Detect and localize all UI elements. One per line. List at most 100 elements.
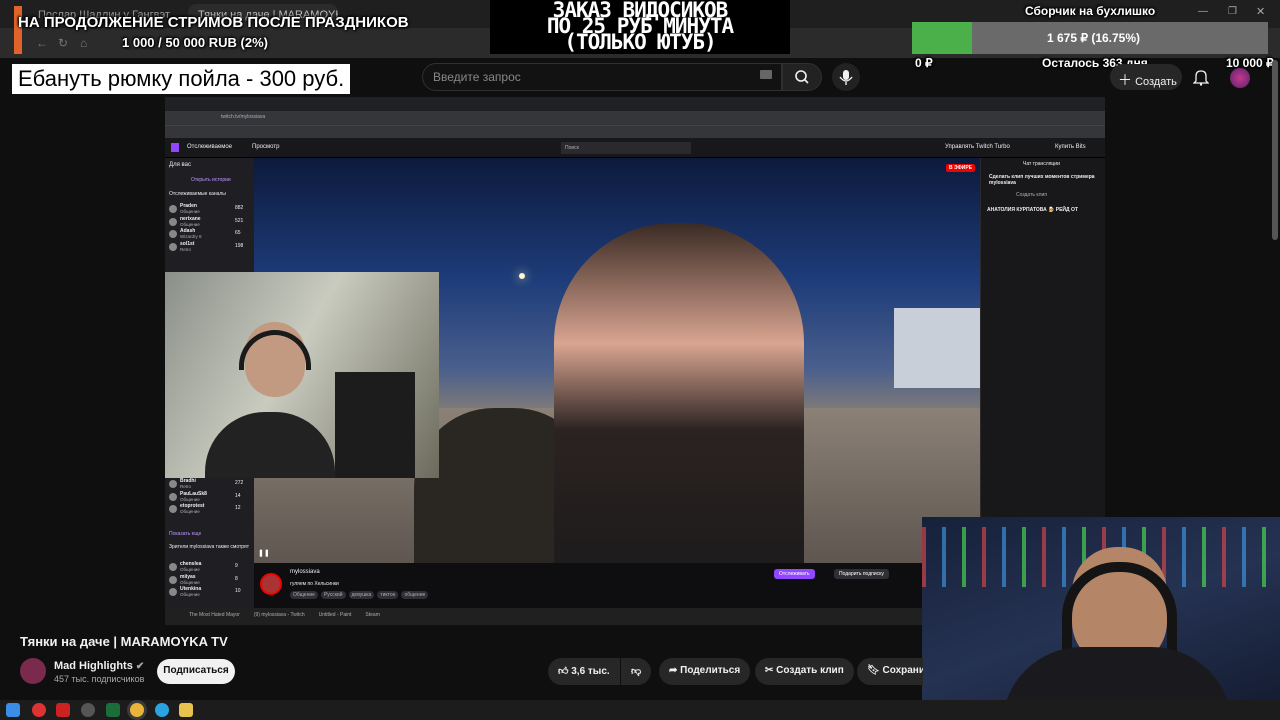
stream-title: гуляем по Хельсинки [290, 581, 339, 587]
stream-goal-title: НА ПРОДОЛЖЕНИЕ СТРИМОВ ПОСЛЕ ПРАЗДНИКОВ [18, 14, 409, 31]
inner-taskbar-item[interactable]: Untitled - Paint [319, 612, 352, 618]
fund-progress-text: 1 675 ₽ (16.75%) [1047, 31, 1141, 45]
video-order-banner: ЗАКАЗ ВИДОСИКОВ ПО 25 РУБ МИНУТА (ТОЛЬКО… [490, 0, 790, 54]
telegram-icon[interactable] [155, 703, 169, 717]
sidebar-channel-viewers: 272 [235, 480, 244, 486]
thumbs-down-icon: 👎︎ [631, 666, 642, 677]
verified-icon: ✔ [135, 661, 145, 672]
twitch-bits-button[interactable]: Купить Bits [1055, 144, 1086, 150]
inner-taskbar-item[interactable]: (9) mylossiava - Twitch [254, 612, 305, 618]
video-order-line: (ТОЛЬКО ЮТУБ) [564, 30, 716, 54]
sidebar-channel-game: Общение [180, 509, 200, 514]
channel-avatar[interactable] [169, 588, 177, 596]
plus-icon: ＋ [1118, 72, 1132, 88]
channel-avatar[interactable] [169, 505, 177, 513]
notifications-button[interactable] [1192, 68, 1210, 91]
sidebar-channel-game: Retro [180, 484, 192, 489]
channel-name-text: Mad Highlights [54, 660, 133, 672]
sidebar-channel-game: Общение [180, 567, 200, 572]
street-lamp [519, 273, 525, 279]
sidebar-channel-viewers: 14 [235, 492, 241, 499]
inner-taskbar-item[interactable]: The Most Hated Mayor [189, 612, 240, 618]
sidebar-channel-viewers: 65 [235, 230, 241, 236]
search-button[interactable] [782, 63, 822, 91]
close-icon[interactable]: ✕ [1256, 5, 1265, 18]
pause-icon[interactable]: ❚❚ [258, 549, 270, 557]
yandex-browser-icon[interactable] [32, 703, 46, 717]
sidebar-for-you: Для вас [169, 162, 191, 168]
sidebar-channel-viewers: 10 [235, 588, 241, 594]
twitch-turbo-link[interactable]: Управлять Twitch Turbo [945, 144, 1010, 150]
video-title: Тянки на даче | MARAMOYKA TV [20, 634, 228, 649]
live-badge: В ЭФИРЕ [946, 164, 976, 172]
save-button[interactable]: 🔖︎ Сохрани [857, 658, 923, 685]
channel-avatar[interactable] [169, 242, 177, 251]
channel-avatar[interactable] [169, 230, 177, 238]
chrome-icon[interactable] [130, 703, 144, 717]
clip-label: Создать клип [776, 665, 844, 676]
create-label: Создать [1135, 76, 1177, 88]
fund-min: 0 ₽ [915, 56, 933, 70]
page-scrollbar[interactable] [1272, 60, 1278, 240]
gift-sub-button[interactable]: Подарить подписку [834, 569, 889, 579]
stream-tag[interactable]: общение [401, 591, 429, 599]
thumbs-up-icon: 👍︎ [558, 666, 569, 677]
back-icon[interactable]: ← [36, 36, 48, 50]
channel-avatar[interactable] [169, 575, 177, 584]
stream-tag[interactable]: тиктон [377, 591, 399, 599]
sticker-cabinet [335, 372, 415, 478]
maximize-icon[interactable]: ❐ [1228, 6, 1237, 17]
twitch-logo-icon [171, 143, 179, 152]
create-button[interactable]: ＋ Создать [1110, 64, 1182, 90]
sidebar-channel-game: Retro [180, 246, 192, 252]
chat-clip-button[interactable]: Создать клип [1016, 192, 1047, 198]
reload-icon[interactable]: ↻ [58, 36, 68, 50]
show-more-link[interactable]: Показать еще [169, 531, 201, 537]
keyboard-icon[interactable] [760, 70, 772, 79]
follow-button[interactable]: Отслеживать [774, 569, 815, 579]
webcam-viewer [922, 517, 1280, 720]
voice-search-button[interactable] [832, 63, 860, 91]
channel-avatar[interactable] [169, 205, 177, 213]
sidebar-channel-game: Общение [180, 579, 200, 585]
search-input[interactable]: Введите запрос [422, 63, 782, 91]
streamer-avatar[interactable] [260, 573, 282, 595]
dislike-button[interactable]: 👎︎ [621, 658, 651, 685]
inner-taskbar-item[interactable]: Steam [365, 612, 379, 618]
twitch-nav-following[interactable]: Отслеживаемое [187, 144, 232, 150]
channel-name[interactable]: Mad Highlights ✔ [54, 660, 144, 672]
folder-icon[interactable] [179, 703, 193, 717]
open-history-link[interactable]: Открыть истории [191, 177, 231, 183]
inner-address-bar: twitch.tv/mylossiava [165, 111, 1105, 125]
share-button[interactable]: ➦ Поделиться [659, 658, 751, 685]
app-icon[interactable] [106, 703, 120, 717]
twitch-nav-browse[interactable]: Просмотр [252, 144, 279, 150]
person-center [554, 223, 804, 563]
channel-avatar[interactable] [169, 480, 177, 488]
stream-tag[interactable]: Русский [320, 591, 346, 599]
clip-button[interactable]: ✂ Создать клип [755, 658, 854, 685]
subscribe-button[interactable]: Подписаться [157, 659, 235, 684]
sidebar-channel-viewers: 198 [235, 242, 244, 249]
inner-bookmarks-bar [165, 125, 1105, 138]
streamer-name[interactable]: mylossiava [290, 569, 320, 575]
app-icon[interactable] [56, 703, 70, 717]
channel-avatar[interactable] [169, 492, 177, 501]
twitch-search-input[interactable]: Поиск [561, 142, 691, 154]
stream-tag[interactable]: Общение [290, 591, 318, 599]
shot-price-banner: Ебануть рюмку пойла - 300 руб. [12, 64, 351, 94]
channel-avatar[interactable] [20, 658, 46, 684]
sidebar-channel-game: Wizardry 8 [180, 234, 202, 239]
channel-avatar[interactable] [169, 217, 177, 226]
account-avatar[interactable] [1230, 68, 1250, 88]
share-icon: ➦ [669, 665, 678, 676]
minimize-icon[interactable]: — [1198, 6, 1208, 17]
app-icon[interactable] [81, 703, 95, 717]
windows-start-icon[interactable] [6, 703, 20, 717]
like-button[interactable]: 👍︎ 3,6 тыс. [548, 658, 620, 685]
person-shirt [205, 412, 335, 478]
channel-avatar[interactable] [169, 563, 177, 571]
sidebar-channel-game: Общение [180, 209, 200, 214]
home-icon[interactable]: ⌂ [80, 36, 87, 50]
stream-tag[interactable]: девушка [348, 591, 375, 599]
